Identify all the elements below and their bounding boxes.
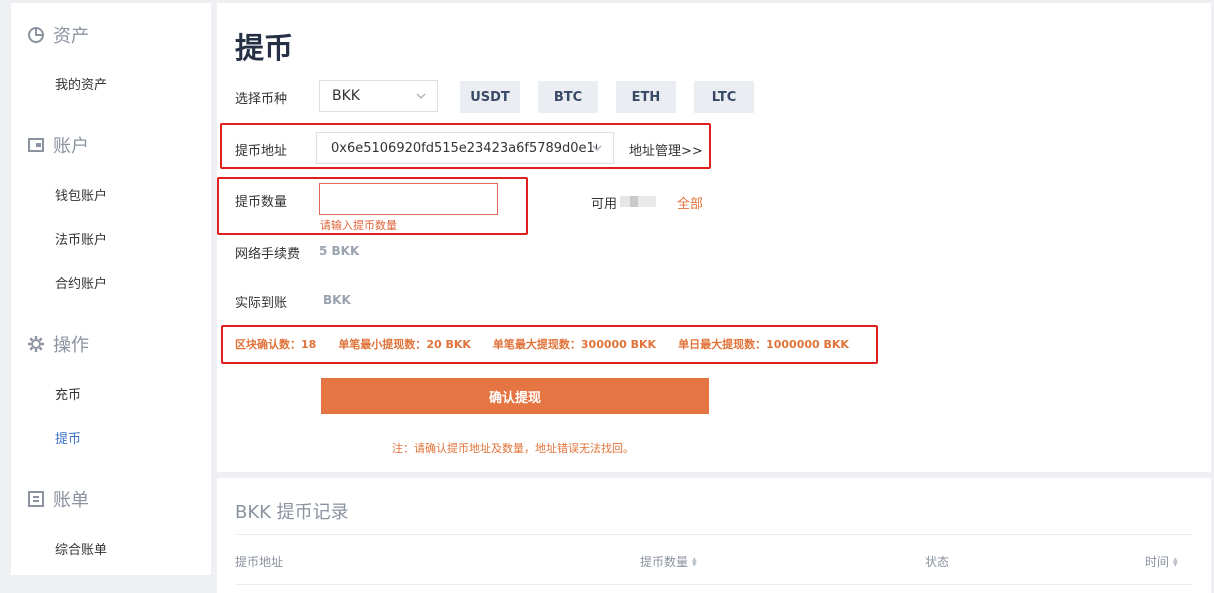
chevron-down-icon <box>415 90 427 106</box>
withdraw-note: 注：请确认提币地址及数量，地址错误无法找回。 <box>392 442 634 455</box>
rule-max-daily: 单日最大提现数：1000000 BKK <box>678 338 849 351</box>
amount-label: 提币数量 <box>235 195 288 210</box>
page-title: 提币 <box>235 31 294 65</box>
records-divider <box>235 534 1193 535</box>
gear-icon <box>27 335 45 353</box>
sidebar-group-label: 账户 <box>53 136 89 157</box>
sidebar-group-assets: 资产 <box>27 23 89 47</box>
rule-confirmations: 区块确认数：18 <box>235 338 317 351</box>
amount-input[interactable] <box>319 183 498 215</box>
coin-button-btc[interactable]: BTC <box>538 81 598 113</box>
sidebar: 资产 我的资产 账户 钱包账户 法币账户 合约账户 操作 充币 提币 账单 综合… <box>11 3 211 575</box>
withdraw-rules: 区块确认数：18 单笔最小提现数：20 BKK 单笔最大提现数：300000 B… <box>235 336 849 352</box>
coin-button-ltc[interactable]: LTC <box>694 81 754 113</box>
sidebar-group-accounts: 账户 <box>27 133 89 157</box>
sidebar-group-operations: 操作 <box>27 332 89 356</box>
sidebar-group-label: 资产 <box>53 26 89 47</box>
amount-error-hint: 请输入提币数量 <box>320 219 397 232</box>
column-header-amount[interactable]: 提币数量 ▲ ▼ <box>640 553 697 570</box>
sidebar-item-contract-account[interactable]: 合约账户 <box>55 273 107 292</box>
wallet-icon <box>27 136 45 154</box>
coin-button-eth[interactable]: ETH <box>616 81 676 113</box>
received-value: BKK <box>323 293 351 307</box>
available-label: 可用 <box>591 197 618 212</box>
coin-select[interactable]: BKK <box>319 80 438 112</box>
sort-icon[interactable]: ▲ ▼ <box>1173 556 1178 567</box>
fee-label: 网络手续费 <box>235 247 301 262</box>
coin-select-value: BKK <box>332 88 360 104</box>
rule-max-single: 单笔最大提现数：300000 BKK <box>492 338 657 351</box>
withdraw-all-link[interactable]: 全部 <box>677 193 703 212</box>
withdraw-panel: 提币 选择币种 BKK USDT BTC ETH LTC 提币地址 0x6e51… <box>217 3 1211 472</box>
bill-icon <box>27 490 45 508</box>
sidebar-group-bills: 账单 <box>27 487 89 511</box>
sidebar-item-deposit[interactable]: 充币 <box>55 384 81 403</box>
column-header-address: 提币地址 <box>235 555 284 569</box>
coin-select-label: 选择币种 <box>235 92 288 107</box>
available-value-masked <box>620 196 656 207</box>
withdraw-records-panel: BKK 提币记录 提币地址 提币数量 ▲ ▼ 状态 时间 ▲ ▼ <box>217 478 1211 593</box>
records-header-divider <box>235 584 1193 585</box>
address-label: 提币地址 <box>235 144 288 159</box>
chevron-down-icon <box>591 142 603 158</box>
sort-icon[interactable]: ▲ ▼ <box>692 556 697 567</box>
sidebar-item-withdraw[interactable]: 提币 <box>55 428 81 447</box>
column-header-time[interactable]: 时间 ▲ ▼ <box>1145 553 1178 570</box>
sidebar-item-fiat-account[interactable]: 法币账户 <box>55 229 107 248</box>
sidebar-item-my-assets[interactable]: 我的资产 <box>55 74 107 93</box>
column-header-status: 状态 <box>925 555 950 569</box>
fee-value: 5 BKK <box>319 244 360 258</box>
sidebar-item-combined-bill[interactable]: 综合账单 <box>55 539 107 558</box>
sidebar-group-label: 账单 <box>53 490 89 511</box>
address-manage-link[interactable]: 地址管理>> <box>629 140 703 159</box>
confirm-withdraw-button[interactable]: 确认提现 <box>321 378 709 414</box>
sidebar-item-wallet-account[interactable]: 钱包账户 <box>55 185 107 204</box>
sidebar-group-label: 操作 <box>53 335 89 356</box>
address-select[interactable]: 0x6e5106920fd515e23423a6f5789d0e16 <box>316 132 614 164</box>
coin-button-usdt[interactable]: USDT <box>460 81 520 113</box>
address-select-value: 0x6e5106920fd515e23423a6f5789d0e16 <box>331 140 597 156</box>
received-label: 实际到账 <box>235 296 288 311</box>
pie-chart-icon <box>27 26 45 44</box>
rule-min-single: 单笔最小提现数：20 BKK <box>338 338 471 351</box>
records-title: BKK 提币记录 <box>235 502 349 523</box>
